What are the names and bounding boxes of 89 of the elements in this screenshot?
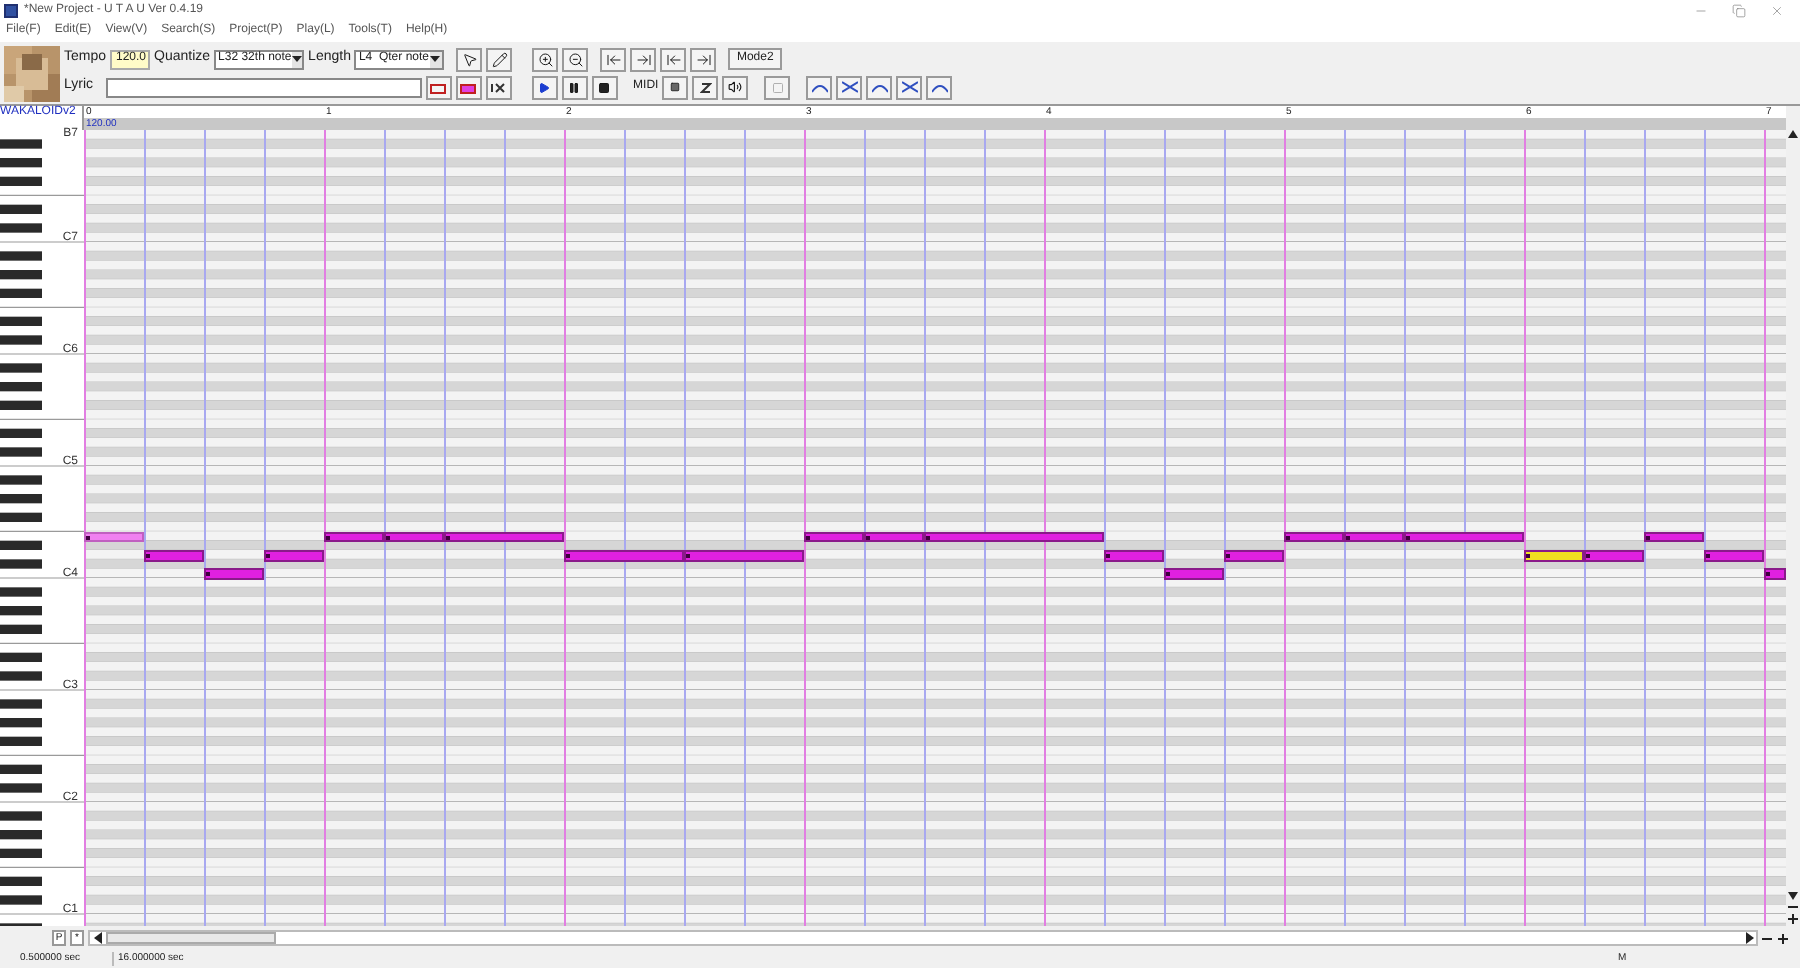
play-icon: [538, 81, 551, 93]
scroll-down-icon: [1788, 892, 1798, 900]
note-block[interactable]: [1344, 531, 1404, 543]
note-handle-icon: [386, 535, 390, 540]
zoom-in-icon: [537, 51, 554, 67]
curve-icon: [931, 80, 948, 94]
jump-start-icon: [605, 51, 622, 67]
note-block[interactable]: [804, 531, 864, 543]
zoom-out-icon: [1788, 904, 1798, 910]
note-block[interactable]: [864, 531, 924, 543]
pencil-button[interactable]: [486, 47, 513, 71]
curve-icon: [871, 80, 888, 94]
note-block[interactable]: [924, 531, 1104, 543]
pause-icon: [568, 81, 581, 93]
note-handle-icon: [326, 535, 330, 540]
caret-icon: [429, 51, 443, 67]
note-handle-icon: [1226, 554, 1230, 558]
tool-button[interactable]: [692, 75, 719, 99]
zoom-in-icon[interactable]: [1776, 931, 1790, 945]
note-block[interactable]: [444, 531, 564, 543]
speaker-button[interactable]: [722, 75, 749, 99]
tool-icon: [670, 82, 681, 92]
curve-icon: [901, 80, 918, 94]
zoom-in-button[interactable]: [532, 47, 559, 71]
note-block[interactable]: [1524, 550, 1584, 562]
stop-button[interactable]: [591, 75, 618, 99]
note-block[interactable]: [1284, 531, 1344, 543]
jump-start-button[interactable]: [600, 47, 627, 71]
horizontal-scrollbar[interactable]: [88, 930, 1758, 946]
pointer-button[interactable]: [456, 47, 483, 71]
note-block[interactable]: [84, 531, 144, 543]
note-handle-icon: [1286, 535, 1290, 540]
note-block[interactable]: [1404, 531, 1524, 543]
curve-icon: [841, 80, 858, 94]
note-block[interactable]: [384, 531, 444, 543]
tool-button[interactable]: [485, 75, 512, 99]
note-handle-icon: [446, 535, 450, 540]
note-handle-icon: [686, 554, 690, 558]
speaker-icon: [728, 80, 743, 94]
note-handle-icon: [1166, 572, 1170, 577]
tool-button[interactable]: [662, 75, 689, 99]
note-handle-icon: [566, 554, 570, 558]
note-handle-icon: [86, 535, 90, 540]
vertical-scrollbar[interactable]: [1786, 130, 1800, 926]
lyric-field[interactable]: [105, 77, 422, 97]
tool-icon: [699, 81, 712, 93]
note-handle-icon: [1346, 535, 1350, 540]
zoom-in-icon: [1788, 914, 1798, 924]
tool-icon: [490, 81, 507, 93]
note-block[interactable]: [1644, 531, 1704, 543]
zoom-out-button[interactable]: [562, 47, 589, 71]
note-handle-icon: [806, 535, 810, 540]
note-handle-icon: [1406, 535, 1410, 540]
jump-end-icon: [635, 51, 652, 67]
note-handle-icon: [866, 535, 870, 540]
note-handle-icon: [1706, 554, 1710, 558]
tool-button[interactable]: [425, 75, 452, 99]
curve-button[interactable]: [866, 75, 893, 99]
shrink-icon: [695, 51, 712, 67]
scroll-left-icon: [92, 932, 104, 944]
note-handle-icon: [1526, 554, 1530, 558]
scroll-thumb[interactable]: [106, 932, 276, 944]
curve-button[interactable]: [836, 75, 863, 99]
play-button[interactable]: [531, 75, 558, 99]
note-handle-icon: [926, 535, 930, 540]
note-handle-icon: [1766, 572, 1770, 577]
note-handle-icon: [206, 572, 210, 577]
note-block[interactable]: [324, 531, 384, 543]
note-handle-icon: [1646, 535, 1650, 540]
caret-icon: [291, 51, 303, 67]
note-handle-icon: [146, 554, 150, 558]
stop-icon: [598, 81, 611, 93]
app-icon: [4, 3, 18, 17]
expand-icon: [665, 51, 682, 67]
tool-button[interactable]: [455, 75, 482, 99]
tool-icon: [771, 81, 784, 93]
scroll-right-icon: [1744, 932, 1756, 944]
curve-icon: [811, 80, 828, 94]
scroll-up-icon: [1788, 130, 1798, 138]
pencil-icon: [491, 51, 508, 67]
curve-button[interactable]: [896, 75, 923, 99]
note-handle-icon: [266, 554, 270, 558]
pause-button[interactable]: [561, 75, 588, 99]
note-handle-icon: [1586, 554, 1590, 558]
curve-button[interactable]: [926, 75, 953, 99]
curve-button[interactable]: [806, 75, 833, 99]
zoom-out-icon: [567, 51, 584, 67]
note-handle-icon: [1106, 554, 1110, 558]
pointer-icon: [461, 51, 478, 67]
